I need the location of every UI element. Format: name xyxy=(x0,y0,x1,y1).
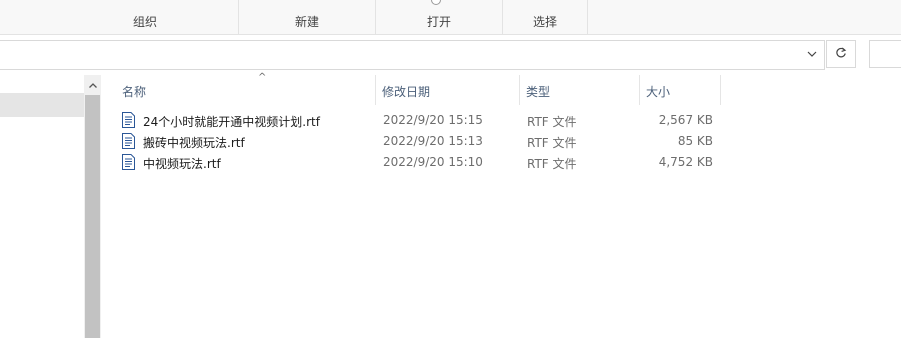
ribbon: 组织 新建 打开 选择 xyxy=(0,0,901,35)
file-row[interactable]: 24个小时就能开通中视频计划.rtf 2022/9/20 15:15 RTF 文… xyxy=(118,110,718,131)
file-name: 中视频玩法.rtf xyxy=(143,157,221,171)
file-size: 2,567 KB xyxy=(658,113,713,127)
ribbon-group-open[interactable]: 打开 xyxy=(376,0,503,34)
nav-scrollbar[interactable] xyxy=(84,75,101,338)
sort-ascending-icon: ^ xyxy=(258,72,267,83)
file-name: 24个小时就能开通中视频计划.rtf xyxy=(143,115,320,129)
nav-selected-item[interactable] xyxy=(0,93,84,117)
file-size: 85 KB xyxy=(677,134,713,148)
chevron-down-icon[interactable] xyxy=(800,40,824,68)
file-size: 4,752 KB xyxy=(658,155,713,169)
column-header-label: 名称 xyxy=(122,85,147,99)
rtf-file-icon xyxy=(122,154,135,170)
file-type: RTF 文件 xyxy=(527,136,577,150)
file-explorer-window: 组织 新建 打开 选择 名称 ^ 修改日期 类型 大小 24个小时就能开通中视频… xyxy=(0,0,901,338)
address-bar-row xyxy=(0,35,901,73)
file-modified: 2022/9/20 15:10 xyxy=(383,155,483,169)
search-input[interactable] xyxy=(869,40,901,68)
rtf-file-icon xyxy=(122,133,135,149)
ribbon-group-organize[interactable]: 组织 xyxy=(52,0,239,34)
file-list: 名称 ^ 修改日期 类型 大小 24个小时就能开通中视频计划.rtf 2022/… xyxy=(101,72,901,338)
column-header-type[interactable]: 类型 xyxy=(520,75,640,105)
ribbon-group-label: 选择 xyxy=(532,15,557,29)
scrollbar-thumb[interactable] xyxy=(85,95,100,338)
address-bar[interactable] xyxy=(0,40,825,70)
column-header-modified[interactable]: 修改日期 xyxy=(376,75,520,105)
ribbon-group-new[interactable]: 新建 xyxy=(239,0,376,34)
file-type: RTF 文件 xyxy=(527,115,577,129)
scroll-up-arrow-icon[interactable] xyxy=(84,75,101,95)
column-header-name[interactable]: 名称 ^ xyxy=(117,72,376,105)
column-header-label: 类型 xyxy=(526,85,551,99)
rtf-file-icon xyxy=(122,112,135,128)
ribbon-group-label: 打开 xyxy=(426,15,451,29)
file-modified: 2022/9/20 15:15 xyxy=(383,113,483,127)
ribbon-group-select[interactable]: 选择 xyxy=(503,0,588,34)
file-modified: 2022/9/20 15:13 xyxy=(383,134,483,148)
file-type: RTF 文件 xyxy=(527,157,577,171)
column-header-label: 大小 xyxy=(646,85,671,99)
file-name: 搬砖中视频玩法.rtf xyxy=(143,136,245,150)
column-header-label: 修改日期 xyxy=(382,85,431,99)
refresh-button[interactable] xyxy=(826,40,856,68)
refresh-icon xyxy=(835,47,847,62)
file-row[interactable]: 搬砖中视频玩法.rtf 2022/9/20 15:13 RTF 文件 85 KB xyxy=(118,131,718,152)
navigation-pane xyxy=(0,75,101,338)
ribbon-group-label: 新建 xyxy=(294,15,319,29)
column-header-size[interactable]: 大小 xyxy=(640,75,721,105)
file-row[interactable]: 中视频玩法.rtf 2022/9/20 15:10 RTF 文件 4,752 K… xyxy=(118,152,718,173)
ribbon-group-label: 组织 xyxy=(132,15,157,29)
